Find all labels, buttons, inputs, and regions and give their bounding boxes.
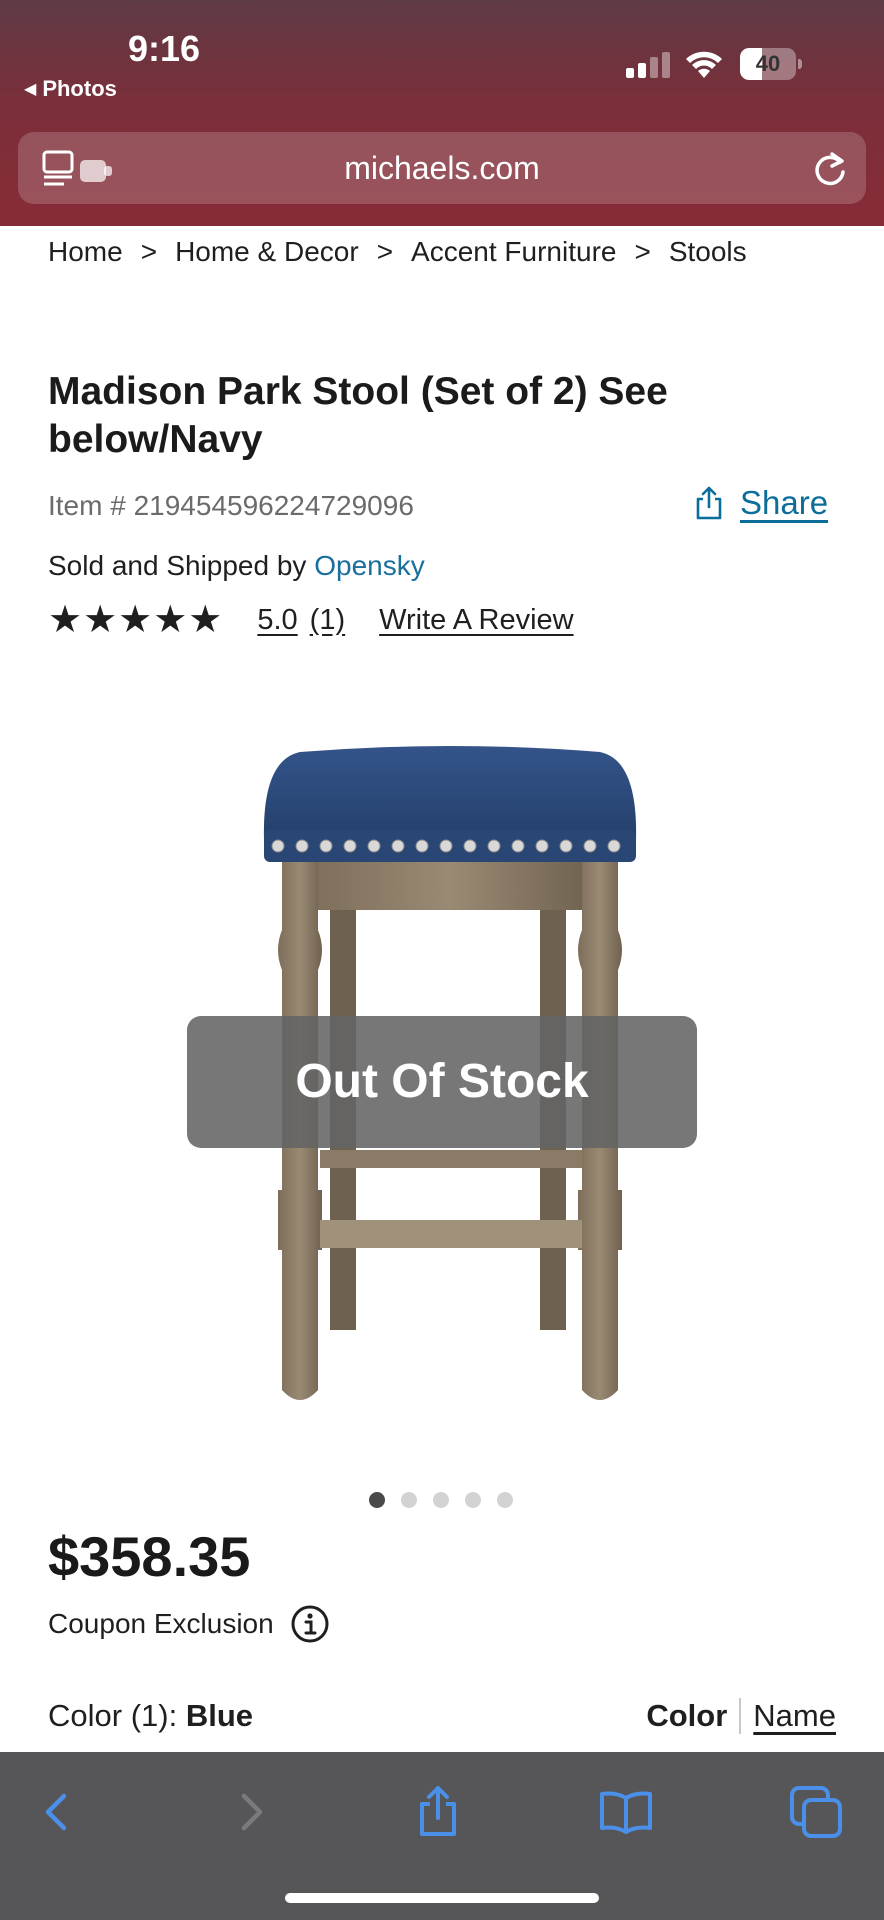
browser-top-chrome: 9:16 ◀ Photos 40 michaels.com	[0, 0, 884, 226]
rating-row: ★★★★★ 5.0 (1) Write A Review	[48, 600, 574, 640]
color-label-prefix: Color (1):	[48, 1698, 178, 1733]
bookmarks-icon[interactable]	[598, 1784, 654, 1840]
rating-stars-icon: ★★★★★	[48, 599, 224, 641]
rating-score-link[interactable]: 5.0	[257, 604, 297, 637]
back-triangle-icon: ◀	[24, 81, 37, 98]
coupon-exclusion-row: Coupon Exclusion	[48, 1604, 330, 1644]
back-app-label: Photos	[42, 76, 117, 101]
coupon-exclusion-label: Coupon Exclusion	[48, 1608, 274, 1639]
tabs-icon[interactable]	[788, 1784, 844, 1840]
review-count-link[interactable]: (1)	[310, 604, 345, 637]
write-review-link[interactable]: Write A Review	[379, 604, 573, 637]
out-of-stock-overlay: Out Of Stock	[187, 1016, 697, 1148]
back-arrow-icon[interactable]	[30, 1784, 86, 1840]
sold-by-line: Sold and Shipped by Opensky	[48, 550, 425, 582]
breadcrumb: Home > Home & Decor > Accent Furniture >…	[48, 236, 747, 268]
share-label: Share	[740, 484, 829, 521]
gallery-pagination[interactable]	[369, 1492, 513, 1508]
home-indicator[interactable]	[285, 1893, 599, 1903]
url-text: michaels.com	[344, 150, 540, 186]
reload-icon[interactable]	[812, 150, 848, 186]
gallery-dot[interactable]	[433, 1492, 449, 1508]
breadcrumb-home[interactable]: Home	[48, 236, 123, 268]
gallery-dot[interactable]	[497, 1492, 513, 1508]
cellular-signal-icon	[626, 52, 670, 78]
breadcrumb-accent-furniture[interactable]: Accent Furniture	[411, 236, 616, 268]
breadcrumb-separator: >	[376, 236, 394, 267]
battery-body: 40	[740, 48, 796, 80]
breadcrumb-home-decor[interactable]: Home & Decor	[175, 236, 359, 268]
product-title: Madison Park Stool (Set of 2) See below/…	[48, 370, 668, 461]
gallery-dot[interactable]	[465, 1492, 481, 1508]
color-label: Color (1): Blue	[48, 1698, 253, 1734]
gallery-dot[interactable]	[369, 1492, 385, 1508]
share-sheet-icon[interactable]	[410, 1784, 466, 1840]
vendor-link[interactable]: Opensky	[314, 550, 425, 581]
back-to-photos-link[interactable]: ◀ Photos	[24, 76, 117, 102]
gallery-dot[interactable]	[401, 1492, 417, 1508]
view-option-divider	[739, 1698, 742, 1734]
view-option-color[interactable]: Color	[646, 1698, 727, 1734]
item-number: Item # 219454596224729096	[48, 490, 414, 521]
price: $358.35	[48, 1525, 251, 1588]
breadcrumb-stools[interactable]: Stools	[669, 236, 747, 268]
address-bar[interactable]: michaels.com	[18, 132, 866, 204]
share-button[interactable]: Share	[694, 484, 828, 522]
sold-by-prefix: Sold and Shipped by	[48, 550, 307, 581]
breadcrumb-separator: >	[140, 236, 158, 267]
view-option-name[interactable]: Name	[753, 1698, 836, 1734]
info-icon[interactable]	[290, 1604, 330, 1644]
color-view-toggle: Color Name	[646, 1698, 836, 1734]
forward-arrow-icon[interactable]	[222, 1784, 278, 1840]
battery-level: 40	[755, 51, 781, 76]
battery-nub	[798, 59, 802, 69]
share-icon	[696, 486, 722, 520]
color-selector-row: Color (1): Blue Color Name	[48, 1698, 836, 1742]
battery-icon: 40	[740, 48, 802, 80]
breadcrumb-separator: >	[634, 236, 651, 267]
status-time: 9:16	[128, 28, 201, 69]
wifi-icon	[686, 51, 722, 78]
color-value: Blue	[185, 1698, 254, 1733]
